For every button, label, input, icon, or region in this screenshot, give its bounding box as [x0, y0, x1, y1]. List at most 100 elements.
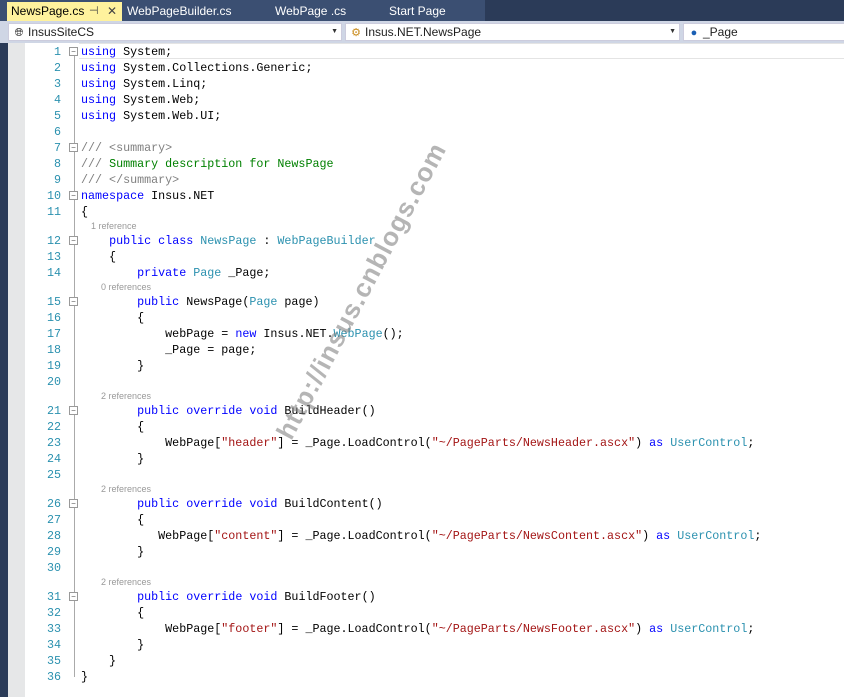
code-token: { [81, 250, 117, 264]
codelens-row: 2 references [0, 576, 844, 589]
code-line: 21− public override void BuildHeader() [0, 403, 844, 419]
code-text[interactable]: { [81, 204, 88, 220]
code-line: 3 using System.Linq; [0, 76, 844, 92]
tab-label: Start Page [389, 4, 446, 18]
codelens-references-link[interactable]: 2 references [81, 390, 151, 403]
code-text[interactable]: using System; [81, 44, 172, 60]
code-text[interactable]: private Page _Page; [81, 265, 270, 281]
code-text[interactable]: public override void BuildContent() [81, 496, 383, 512]
code-text[interactable]: WebPage["header"] = _Page.LoadControl("~… [81, 435, 754, 451]
type-token: WebPageBuilder [277, 234, 376, 248]
code-text[interactable]: public NewsPage(Page page) [81, 294, 319, 310]
code-editor[interactable]: 1− using System; 2 using System.Collections… [0, 43, 844, 697]
code-text[interactable]: public override void BuildHeader() [81, 403, 376, 419]
tab-webpagebuilder-cs[interactable]: WebPageBuilder.cs [127, 2, 232, 21]
code-text[interactable]: } [81, 358, 144, 374]
line-number: 29 [46, 545, 61, 559]
line-number: 6 [53, 125, 61, 139]
code-token: System.Web; [116, 93, 201, 107]
keyword-token: using [81, 109, 117, 123]
code-text[interactable]: _Page = page; [81, 342, 256, 358]
code-line: 13 { [0, 249, 844, 265]
code-text[interactable]: namespace Insus.NET [81, 188, 214, 204]
close-icon[interactable]: ✕ [107, 2, 117, 21]
tab-start-page[interactable]: Start Page [389, 2, 446, 21]
collapse-icon[interactable]: − [69, 191, 78, 200]
line-number: 3 [53, 77, 61, 91]
code-text[interactable]: { [81, 512, 144, 528]
line-number: 16 [46, 311, 61, 325]
line-number: 9 [53, 173, 61, 187]
code-token: { [81, 606, 145, 620]
code-line: 9 /// </summary> [0, 172, 844, 188]
code-text[interactable]: } [81, 637, 144, 653]
codelens-row: 1 reference [0, 220, 844, 233]
code-token: WebPage[ [81, 436, 222, 450]
codelens-references-link[interactable]: 0 references [81, 281, 151, 294]
private-field-icon: ● [690, 27, 698, 39]
line-number: 15 [46, 295, 61, 309]
keyword-token: void [249, 497, 278, 511]
collapse-icon[interactable]: − [69, 406, 78, 415]
code-text[interactable]: /// </summary> [81, 172, 179, 188]
code-text[interactable]: } [81, 544, 144, 560]
collapse-icon[interactable]: − [69, 297, 78, 306]
collapse-icon[interactable]: − [69, 143, 78, 152]
code-line: 20 [0, 374, 844, 390]
line-number: 1 [53, 45, 61, 59]
code-text[interactable]: public class NewsPage : WebPageBuilder [81, 233, 376, 249]
tab-newspage-cs[interactable]: NewsPage.cs ⊣ ✕ [7, 2, 122, 21]
code-text[interactable]: public override void BuildFooter() [81, 589, 376, 605]
tab-webpage-cs[interactable]: WebPage .cs [275, 2, 346, 21]
code-text[interactable]: WebPage["content"] = _Page.LoadControl("… [81, 528, 761, 544]
code-text[interactable]: using System.Web.UI; [81, 108, 221, 124]
collapse-icon[interactable]: − [69, 236, 78, 245]
keyword-token: public [137, 497, 180, 511]
code-text[interactable]: WebPage["footer"] = _Page.LoadControl("~… [81, 621, 754, 637]
code-text[interactable]: webPage = new Insus.NET.WebPage(); [81, 326, 404, 342]
code-text[interactable]: using System.Linq; [81, 76, 207, 92]
line-number: 11 [46, 205, 61, 219]
line-number: 33 [46, 622, 61, 636]
line-number: 4 [53, 93, 61, 107]
string-token: "~/PageParts/NewsFooter.ascx" [431, 622, 636, 636]
code-token: System.Linq; [116, 77, 208, 91]
project-dropdown[interactable]: 🌐︎ InsusSiteCS ▼ [8, 23, 342, 41]
collapse-icon[interactable]: − [69, 592, 78, 601]
code-text[interactable]: { [81, 249, 116, 265]
collapse-icon[interactable]: − [69, 47, 78, 56]
code-text[interactable]: } [81, 653, 116, 669]
pin-icon[interactable]: ⊣ [89, 2, 99, 21]
code-token: ) [642, 529, 657, 543]
keyword-token: void [249, 404, 278, 418]
type-token: UserControl [670, 622, 748, 636]
codelens-references-link[interactable]: 2 references [81, 483, 151, 496]
code-text[interactable]: using System.Web; [81, 92, 200, 108]
code-line: 15− public NewsPage(Page page) [0, 294, 844, 310]
code-text[interactable]: } [81, 451, 144, 467]
code-text[interactable]: { [81, 605, 144, 621]
collapse-icon[interactable]: − [69, 499, 78, 508]
member-dropdown[interactable]: ● _Page [683, 23, 844, 41]
code-token: (); [382, 327, 404, 341]
code-line: 18 _Page = page; [0, 342, 844, 358]
codelens-references-link[interactable]: 1 reference [81, 220, 137, 233]
line-number: 24 [46, 452, 61, 466]
code-text[interactable]: using System.Collections.Generic; [81, 60, 312, 76]
code-line: 6 [0, 124, 844, 140]
line-number: 2 [53, 61, 61, 75]
code-line: 12− public class NewsPage : WebPageBuild… [0, 233, 844, 249]
code-text[interactable]: { [81, 419, 144, 435]
code-line: 19 } [0, 358, 844, 374]
keyword-token: override [186, 497, 243, 511]
type-token: WebPage [333, 327, 383, 341]
code-text[interactable]: { [81, 310, 144, 326]
codelens-references-link[interactable]: 2 references [81, 576, 151, 589]
line-number: 18 [46, 343, 61, 357]
line-number: 13 [46, 250, 61, 264]
type-dropdown[interactable]: ⚙︎ Insus.NET.NewsPage ▼ [345, 23, 680, 41]
navigation-bar: 🌐︎ InsusSiteCS ▼ ⚙︎ Insus.NET.NewsPage ▼ ●… [0, 21, 844, 43]
code-text[interactable]: /// Summary description for NewsPage [81, 156, 334, 172]
code-text[interactable]: /// <summary> [81, 140, 172, 156]
code-text[interactable]: } [81, 669, 88, 685]
